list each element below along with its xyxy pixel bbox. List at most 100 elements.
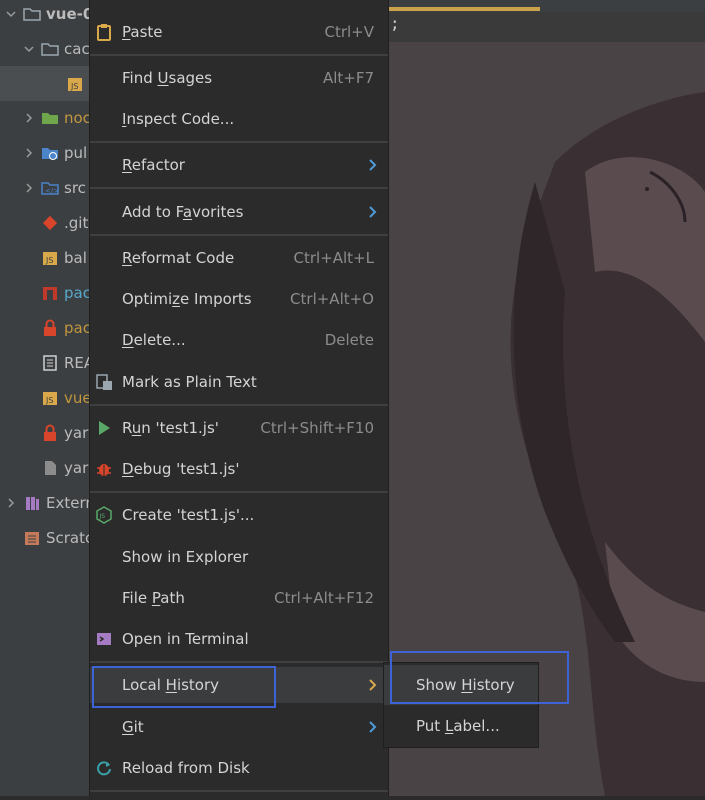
folder-icon: [41, 40, 59, 58]
svg-text:</>: </>: [45, 187, 59, 195]
menu-label: Delete...: [122, 331, 186, 349]
highlight-box-local-history: [92, 666, 276, 708]
node-modules-folder-icon: [41, 109, 59, 127]
web-folder-icon: [41, 144, 59, 162]
menu-separator: [90, 141, 388, 143]
chevron-down-icon[interactable]: [23, 43, 35, 55]
tree-item-label: src: [64, 178, 86, 197]
submenu-arrow-icon: [368, 158, 378, 172]
menu-label: Refactor: [122, 156, 185, 174]
menu-item-show-in-explorer[interactable]: Show in Explorer: [90, 539, 388, 575]
chevron-right-icon[interactable]: [23, 147, 35, 159]
menu-item-paste[interactable]: Paste Ctrl+V: [90, 14, 388, 50]
library-icon: [23, 494, 41, 512]
menu-shortcut: Delete: [324, 331, 374, 349]
js-file-icon: JS: [41, 389, 59, 407]
run-icon: [95, 419, 113, 437]
nodejs-icon: JS: [95, 506, 113, 524]
menu-label: Inspect Code...: [122, 110, 235, 128]
tree-item-label: pac: [64, 318, 91, 337]
menu-shortcut: Ctrl+Alt+O: [290, 290, 374, 308]
menu-item-reformat-code[interactable]: Reformat Code Ctrl+Alt+L: [90, 240, 388, 276]
menu-label: File Path: [122, 589, 185, 607]
submenu-arrow-icon: [368, 678, 378, 692]
menu-item-create-config[interactable]: JS Create 'test1.js'...: [90, 497, 388, 533]
chevron-right-icon[interactable]: [23, 112, 35, 124]
menu-label: Create 'test1.js'...: [122, 506, 255, 524]
submenu-arrow-icon: [368, 720, 378, 734]
menu-label: Run 'test1.js': [122, 419, 219, 437]
tree-item-label: cac: [64, 39, 90, 58]
menu-item-add-to-favorites[interactable]: Add to Favorites: [90, 194, 388, 230]
tree-item-label: yar: [64, 458, 89, 477]
lock-icon: [41, 319, 59, 337]
menu-item-optimize-imports[interactable]: Optimize Imports Ctrl+Alt+O: [90, 281, 388, 317]
menu-item-git[interactable]: Git: [90, 709, 388, 745]
refresh-icon: [95, 759, 113, 777]
git-icon: [41, 214, 59, 232]
lock-icon: [41, 424, 59, 442]
menu-item-open-in-terminal[interactable]: Open in Terminal: [90, 621, 388, 657]
menu-separator: [90, 234, 388, 236]
tree-item-label: pul: [64, 143, 88, 162]
menu-item-mark-as-plain-text[interactable]: Mark as Plain Text: [90, 364, 388, 400]
menu-shortcut: Ctrl+Alt+L: [293, 249, 375, 267]
menu-item-delete[interactable]: Delete... Delete: [90, 322, 388, 358]
menu-label: Mark as Plain Text: [122, 373, 257, 391]
plain-text-icon: [95, 373, 113, 391]
menu-label: Put Label...: [416, 717, 500, 735]
menu-item-inspect-code[interactable]: Inspect Code...: [90, 101, 388, 137]
menu-separator: [90, 790, 388, 792]
menu-label: Reformat Code: [122, 249, 235, 267]
highlight-box-show-history: [390, 651, 569, 704]
menu-separator: [90, 54, 388, 56]
tree-item-label: Extern: [46, 493, 95, 512]
menu-separator: [90, 187, 388, 189]
tree-item-label: bal: [64, 248, 87, 267]
menu-item-reload-from-disk[interactable]: Reload from Disk: [90, 750, 388, 786]
js-file-icon: JS: [66, 75, 84, 93]
menu-separator: [90, 491, 388, 493]
file-icon: [41, 459, 59, 477]
menu-label: Reload from Disk: [122, 759, 250, 777]
menu-item-refactor[interactable]: Refactor: [90, 147, 388, 183]
chevron-right-icon[interactable]: [5, 497, 17, 509]
menu-label: Add to Favorites: [122, 203, 244, 221]
menu-label: Git: [122, 718, 144, 736]
svg-text:JS: JS: [99, 513, 106, 520]
tree-item-label: noc: [64, 108, 91, 127]
tree-item-label: Scratc: [46, 528, 94, 547]
submenu-item-put-label[interactable]: Put Label...: [384, 706, 538, 746]
js-file-icon: JS: [41, 249, 59, 267]
menu-label: Debug 'test1.js': [122, 460, 240, 478]
menu-item-find-usages[interactable]: Find Usages Alt+F7: [90, 60, 388, 96]
svg-text:JS: JS: [45, 396, 53, 405]
menu-item-file-path[interactable]: File Path Ctrl+Alt+F12: [90, 580, 388, 616]
readme-icon: [41, 354, 59, 372]
menu-label: Optimize Imports: [122, 290, 252, 308]
svg-text:JS: JS: [45, 256, 53, 265]
editor-tab-bar: [385, 12, 705, 42]
scratches-icon: [23, 529, 41, 547]
tree-item-label: vue-0: [46, 4, 94, 23]
menu-shortcut: Ctrl+V: [324, 23, 374, 41]
clipboard-icon: [95, 23, 113, 41]
chevron-right-icon[interactable]: [23, 182, 35, 194]
menu-label: Show in Explorer: [122, 548, 249, 566]
npm-icon: [41, 284, 59, 302]
menu-item-debug[interactable]: Debug 'test1.js': [90, 451, 388, 487]
chevron-down-icon[interactable]: [5, 8, 17, 20]
svg-text:JS: JS: [70, 82, 78, 91]
menu-shortcut: Alt+F7: [322, 69, 374, 87]
terminal-icon: [95, 630, 113, 648]
menu-label: Paste: [122, 23, 163, 41]
menu-label: Open in Terminal: [122, 630, 249, 648]
menu-separator: [90, 661, 388, 663]
menu-shortcut: Ctrl+Shift+F10: [260, 419, 374, 437]
active-tab-indicator: [385, 7, 540, 11]
tree-item-label: pac: [64, 283, 91, 302]
menu-label: Find Usages: [122, 69, 213, 87]
menu-item-run[interactable]: Run 'test1.js' Ctrl+Shift+F10: [90, 410, 388, 446]
tree-item-label: yar: [64, 423, 89, 442]
menu-separator: [90, 404, 388, 406]
